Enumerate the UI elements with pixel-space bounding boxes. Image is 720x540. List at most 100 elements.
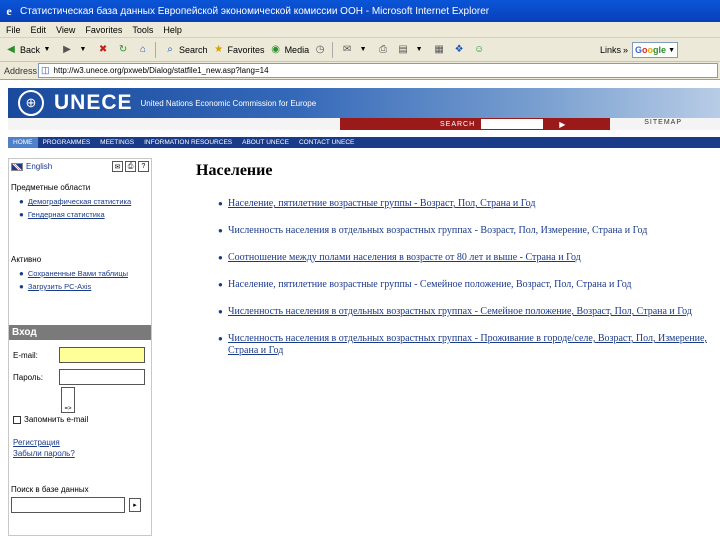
table-link[interactable]: Соотношение между полами населения в воз… — [228, 252, 581, 263]
menu-edit[interactable]: Edit — [31, 25, 47, 35]
history-icon: ◷ — [315, 44, 325, 55]
sidebar-tools: ✉ ⎙ ? — [110, 161, 149, 172]
favorites-label: Favorites — [227, 44, 265, 55]
menu-tools[interactable]: Tools — [132, 25, 153, 35]
list-item: ● Загрузить PC-Axis — [19, 282, 128, 292]
forward-button[interactable]: ▶ ▼ — [60, 43, 92, 57]
table-link[interactable]: Численность населения в отдельных возрас… — [228, 306, 692, 317]
db-search-input[interactable] — [11, 497, 125, 513]
register-link[interactable]: Регистрация — [13, 438, 60, 447]
chevron-down-icon: ▼ — [43, 46, 51, 53]
nav-information-resources[interactable]: INFORMATION RESOURCES — [139, 137, 237, 148]
stop-button[interactable]: ✖ — [96, 43, 112, 57]
menu-view[interactable]: View — [56, 25, 75, 35]
nav-programmes[interactable]: PROGRAMMES — [38, 137, 96, 148]
table-link[interactable]: Население, пятилетние возрастные группы … — [228, 279, 632, 290]
star-icon: ★ — [214, 44, 224, 55]
list-item: ● Сохраненные Вами таблицы — [19, 269, 128, 279]
table-link[interactable]: Численность населения в отдельных возрас… — [228, 333, 707, 356]
messenger-button[interactable]: ☺ — [472, 43, 488, 57]
password-label: Пароль: — [13, 373, 43, 382]
menu-file[interactable]: File — [6, 25, 21, 35]
bullet-icon: ● — [218, 307, 223, 316]
toolbar-separator — [155, 41, 157, 58]
db-search-button[interactable]: ▸ — [129, 498, 141, 512]
chevron-down-icon: ▼ — [359, 46, 367, 53]
menu-help[interactable]: Help — [163, 25, 182, 35]
search-strip: SEARCH ▶ SITEMAP — [8, 118, 720, 130]
home-button[interactable]: ⌂ — [136, 43, 152, 57]
menu-favorites[interactable]: Favorites — [85, 25, 122, 35]
list-item: ● Численность населения в отдельных возр… — [218, 306, 718, 318]
media-icon: ◉ — [271, 44, 280, 55]
history-button[interactable]: ◷ — [313, 43, 329, 57]
subject-links: ● Демографическая статистика ● Гендерная с… — [19, 197, 131, 223]
nav-about-unece[interactable]: ABOUT UNECE — [237, 137, 294, 148]
login-heading: Вход — [9, 325, 151, 340]
list-item: ● Население, пятилетние возрастные групп… — [218, 198, 718, 210]
un-emblem-icon: ⊕ — [18, 90, 44, 116]
saved-tables-link[interactable]: Сохраненные Вами таблицы — [28, 269, 128, 279]
page-content: ⊕ UNECE United Nations Economic Commissi… — [0, 80, 720, 540]
nav-contact-unece[interactable]: CONTACT UNECE — [294, 137, 359, 148]
login-button[interactable]: => — [61, 387, 75, 413]
research-icon: ❖ — [454, 44, 464, 55]
remember-checkbox[interactable] — [13, 415, 21, 424]
bullet-icon: ● — [218, 253, 223, 262]
chevron-right-icon[interactable]: » — [623, 45, 628, 55]
help-icon[interactable]: ? — [138, 161, 149, 172]
language-selector[interactable]: English — [11, 162, 52, 171]
unece-logo-text[interactable]: UNECE — [54, 91, 133, 115]
refresh-button[interactable]: ↻ — [116, 43, 132, 57]
language-label: English — [26, 162, 53, 171]
bullet-icon: ● — [218, 226, 223, 235]
google-toolbar[interactable]: Go o gle ▼ — [632, 42, 678, 58]
email-field[interactable] — [59, 347, 145, 363]
demographic-statistics-link[interactable]: Демографическая статистика — [28, 197, 131, 207]
list-item: ● Численность населения в отдельных возр… — [218, 225, 718, 237]
mail-button[interactable]: ✉ ▼ — [340, 43, 372, 57]
research-button[interactable]: ❖ — [452, 43, 468, 57]
forgot-password-link[interactable]: Забыли пароль? — [13, 449, 75, 458]
window-title: Статистическая база данных Европейской э… — [20, 5, 490, 17]
bullet-icon: ● — [19, 282, 24, 291]
sitemap-link[interactable]: SITEMAP — [644, 119, 682, 126]
nav-meetings[interactable]: MEETINGS — [95, 137, 139, 148]
address-bar: Address ◫ http://w3.unece.org/pxweb/Dial… — [0, 62, 720, 80]
page-icon: ◫ — [41, 65, 50, 75]
forward-arrow-icon: ▶ — [63, 44, 71, 55]
printer-icon: ⎙ — [379, 44, 388, 55]
address-input[interactable]: ◫ http://w3.unece.org/pxweb/Dialog/statf… — [38, 63, 718, 78]
email-label: E-mail: — [13, 351, 38, 360]
mail-icon[interactable]: ✉ — [112, 161, 123, 172]
printer-icon[interactable]: ⎙ — [125, 161, 136, 172]
address-label: Address — [4, 65, 38, 76]
bullet-icon: ● — [218, 199, 223, 208]
toolbar-separator — [332, 41, 334, 58]
list-item: ● Демографическая статистика — [19, 197, 131, 207]
search-button[interactable]: ⌕ Search — [163, 43, 207, 57]
links-label[interactable]: Links — [600, 45, 621, 55]
download-pc-axis-link[interactable]: Загрузить PC-Axis — [28, 282, 91, 292]
table-link[interactable]: Население, пятилетние возрастные группы … — [228, 198, 535, 209]
home-icon: ⌂ — [139, 44, 147, 55]
remember-email[interactable]: Запомнить e-mail — [13, 415, 88, 424]
password-field[interactable] — [59, 369, 145, 385]
back-label: Back — [20, 44, 41, 55]
table-link[interactable]: Численность населения в отдельных возрас… — [228, 225, 647, 236]
print-button[interactable]: ⎙ — [376, 43, 392, 57]
nav-home[interactable]: HOME — [8, 137, 38, 148]
favorites-button[interactable]: ★ Favorites — [212, 43, 265, 57]
bullet-icon: ● — [218, 280, 223, 289]
edit-button[interactable]: ▤ ▼ — [396, 43, 428, 57]
site-search-input[interactable] — [481, 119, 544, 129]
media-button[interactable]: ◉ Media — [269, 43, 309, 57]
site-search-label: SEARCH — [440, 120, 476, 128]
back-button[interactable]: ◀ Back ▼ — [4, 43, 56, 57]
site-search-go-button[interactable]: ▶ — [559, 120, 565, 129]
main-nav: HOME PROGRAMMES MEETINGS INFORMATION RES… — [8, 137, 720, 148]
discuss-button[interactable]: ▦ — [432, 43, 448, 57]
site-search-bar: SEARCH ▶ — [340, 118, 610, 130]
links-bar: Links » Go o gle ▼ — [600, 42, 678, 58]
gender-statistics-link[interactable]: Гендерная статистика — [28, 210, 105, 220]
